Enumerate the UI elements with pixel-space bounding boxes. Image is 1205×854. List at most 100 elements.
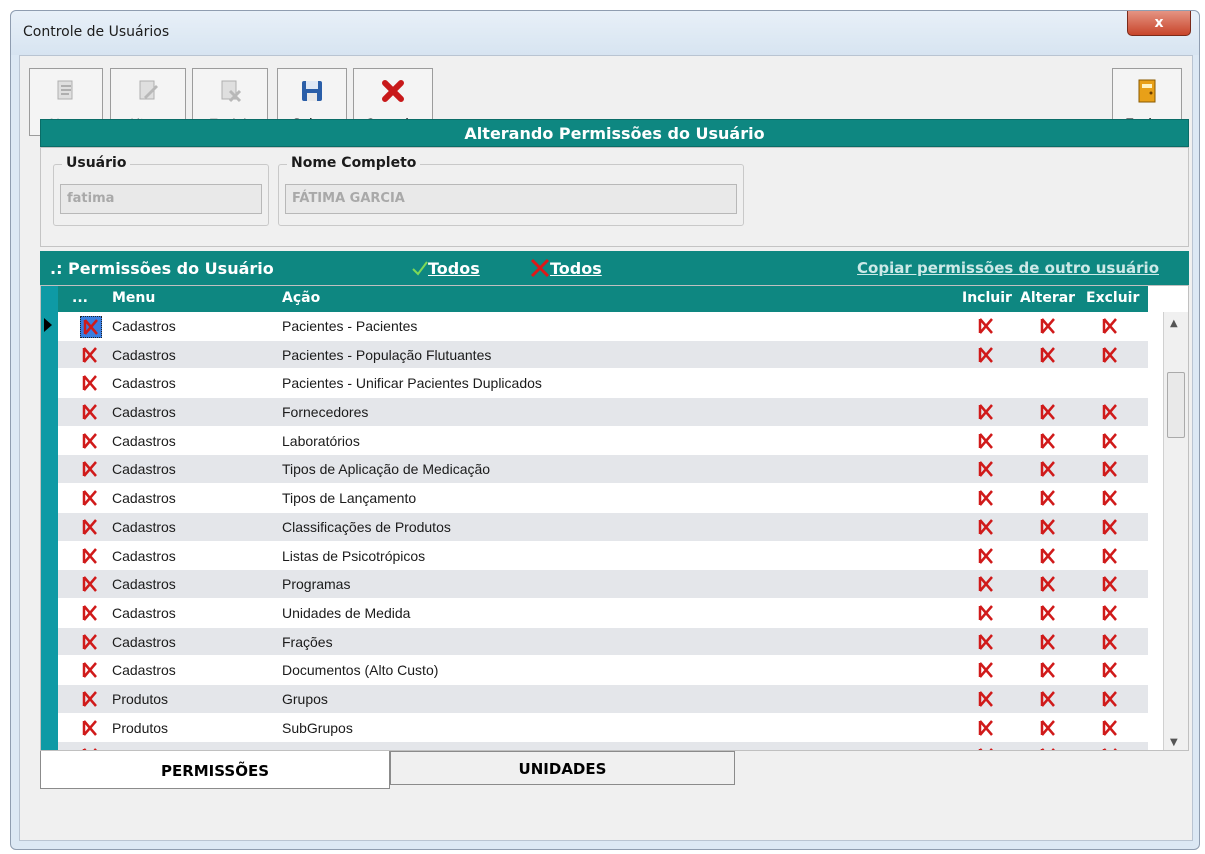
row-permission-toggle-icon[interactable] (80, 689, 100, 709)
tab-permissoes[interactable]: PERMISSÕES (40, 751, 390, 789)
incluir-toggle-icon[interactable] (976, 689, 996, 709)
vertical-scrollbar[interactable]: ▲ ▼ (1163, 312, 1188, 750)
row-permission-toggle-icon[interactable] (80, 431, 100, 451)
row-permission-toggle-icon[interactable] (80, 603, 100, 623)
alterar-toggle-icon[interactable] (1038, 517, 1058, 537)
select-all-link[interactable]: Todos (428, 259, 480, 278)
incluir-toggle-icon[interactable] (976, 345, 996, 365)
alterar-toggle-icon[interactable] (1038, 718, 1058, 738)
incluir-toggle-icon[interactable] (976, 546, 996, 566)
row-acao: Grupos (282, 690, 328, 707)
alterar-toggle-icon[interactable] (1038, 431, 1058, 451)
alterar-toggle-icon[interactable] (1038, 316, 1058, 336)
excluir-toggle-icon[interactable] (1100, 459, 1120, 479)
row-permission-toggle-icon[interactable] (80, 373, 100, 393)
table-row[interactable]: ProdutosProdutos (58, 742, 1148, 750)
excluir-toggle-icon[interactable] (1100, 632, 1120, 652)
excluir-toggle-icon[interactable] (1100, 316, 1120, 336)
copy-permissions-link[interactable]: Copiar permissões de outro usuário (857, 259, 1159, 277)
form-header: Alterando Permissões do Usuário (40, 119, 1189, 147)
incluir-toggle-icon[interactable] (976, 603, 996, 623)
table-row[interactable]: Cadastros Frações (58, 627, 1148, 657)
row-acao: Classificações de Produtos (282, 518, 451, 535)
table-row[interactable]: Cadastros Pacientes - Unificar Pacientes … (58, 369, 1148, 399)
incluir-toggle-icon[interactable] (976, 316, 996, 336)
excluir-toggle-icon[interactable] (1100, 402, 1120, 422)
table-row[interactable]: Cadastros Fornecedores (58, 398, 1148, 427)
excluir-toggle-icon[interactable] (1100, 517, 1120, 537)
row-permission-toggle-icon[interactable] (80, 345, 100, 365)
incluir-toggle-icon[interactable] (976, 402, 996, 422)
incluir-toggle-icon[interactable] (976, 517, 996, 537)
edit-doc-icon (111, 77, 185, 107)
row-acao: Laboratórios (282, 432, 360, 449)
excluir-toggle-icon[interactable] (1100, 345, 1120, 365)
excluir-toggle-icon[interactable] (1100, 689, 1120, 709)
usuario-group: Usuário fatima (53, 155, 269, 226)
scroll-thumb[interactable] (1167, 372, 1185, 438)
excluir-toggle-icon[interactable] (1100, 546, 1120, 566)
usuario-label: Usuário (62, 155, 131, 171)
grid-rows: Cadastros Pacientes - Pacientes Cadastros P… (44, 312, 1148, 750)
incluir-toggle-icon[interactable] (976, 574, 996, 594)
deselect-all-link[interactable]: Todos (550, 259, 602, 278)
incluir-toggle-icon[interactable] (976, 632, 996, 652)
exit-door-icon (1113, 77, 1181, 107)
incluir-toggle-icon[interactable] (976, 660, 996, 680)
excluir-toggle-icon[interactable] (1100, 603, 1120, 623)
incluir-toggle-icon[interactable] (976, 718, 996, 738)
row-permission-toggle-icon[interactable] (80, 718, 100, 738)
alterar-toggle-icon[interactable] (1038, 402, 1058, 422)
scroll-down-icon[interactable]: ▼ (1170, 737, 1178, 748)
excluir-toggle-icon[interactable] (1100, 488, 1120, 508)
tab-unidades[interactable]: UNIDADES (390, 751, 735, 785)
permissions-bar: .: Permissões do Usuário Todos Todos Cop… (40, 251, 1189, 285)
row-permission-toggle-icon[interactable] (80, 402, 100, 422)
excluir-toggle-icon[interactable] (1100, 431, 1120, 451)
close-window-button[interactable]: x (1127, 11, 1191, 36)
incluir-toggle-icon[interactable] (976, 459, 996, 479)
table-row[interactable]: Cadastros Tipos de Aplicação de Medicação (58, 455, 1148, 485)
col-sel: ... (72, 290, 88, 306)
excluir-toggle-icon[interactable] (1100, 718, 1120, 738)
row-permission-toggle-icon[interactable] (80, 632, 100, 652)
alterar-toggle-icon[interactable] (1038, 574, 1058, 594)
alterar-toggle-icon[interactable] (1038, 603, 1058, 623)
incluir-toggle-icon[interactable] (976, 431, 996, 451)
table-row[interactable]: Cadastros Programas (58, 570, 1148, 599)
excluir-toggle-icon[interactable] (1100, 574, 1120, 594)
row-permission-toggle-icon[interactable] (80, 660, 100, 680)
row-menu: Cadastros (112, 375, 176, 392)
scroll-up-icon[interactable]: ▲ (1170, 318, 1178, 329)
table-row[interactable]: Cadastros Documentos (Alto Custo) (58, 656, 1148, 685)
alterar-toggle-icon[interactable] (1038, 546, 1058, 566)
alterar-toggle-icon[interactable] (1038, 689, 1058, 709)
close-icon: x (1154, 15, 1164, 31)
alterar-toggle-icon[interactable] (1038, 660, 1058, 680)
table-row[interactable]: Cadastros Listas de Psicotrópicos (58, 542, 1148, 571)
table-row[interactable]: Cadastros Classificações de Produtos (58, 512, 1148, 542)
table-row[interactable]: Produtos Grupos (58, 684, 1148, 714)
table-row[interactable]: Cadastros Laboratórios (58, 427, 1148, 456)
row-permission-toggle-icon[interactable] (80, 488, 100, 508)
nome-completo-field[interactable]: FÁTIMA GARCIA (285, 184, 737, 214)
alterar-toggle-icon[interactable] (1038, 345, 1058, 365)
usuario-field[interactable]: fatima (60, 184, 262, 214)
alterar-toggle-icon[interactable] (1038, 459, 1058, 479)
nome-completo-label: Nome Completo (287, 155, 421, 171)
row-permission-toggle-icon[interactable] (80, 459, 100, 479)
row-menu: Cadastros (112, 547, 176, 564)
table-row[interactable]: Produtos SubGrupos (58, 714, 1148, 743)
row-permission-toggle-icon[interactable] (80, 316, 102, 338)
row-permission-toggle-icon[interactable] (80, 546, 100, 566)
alterar-toggle-icon[interactable] (1038, 632, 1058, 652)
table-row[interactable]: Cadastros Pacientes - Pacientes (44, 312, 1148, 341)
incluir-toggle-icon[interactable] (976, 488, 996, 508)
row-permission-toggle-icon[interactable] (80, 574, 100, 594)
row-permission-toggle-icon[interactable] (80, 517, 100, 537)
excluir-toggle-icon[interactable] (1100, 660, 1120, 680)
table-row[interactable]: Cadastros Tipos de Lançamento (58, 484, 1148, 513)
alterar-toggle-icon[interactable] (1038, 488, 1058, 508)
table-row[interactable]: Cadastros Unidades de Medida (58, 599, 1148, 628)
table-row[interactable]: Cadastros Pacientes - População Flutuante… (58, 340, 1148, 370)
